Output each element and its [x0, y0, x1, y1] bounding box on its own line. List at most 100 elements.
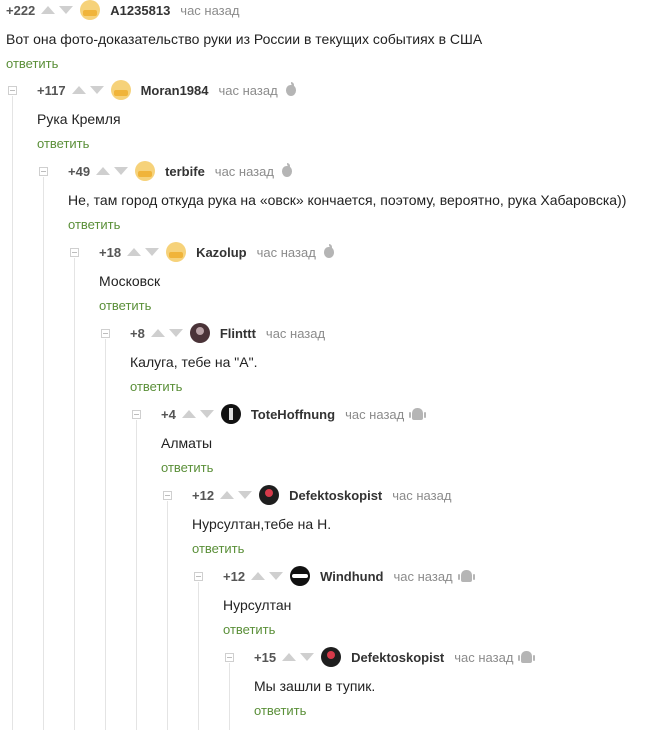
downvote-icon[interactable] [114, 167, 129, 175]
comment-rating: +12 [192, 487, 215, 503]
username[interactable]: Defektoskopist [289, 488, 382, 503]
reply-link[interactable]: ответить [99, 298, 151, 313]
comment-rating: +18 [99, 244, 122, 260]
upvote-icon[interactable] [127, 248, 142, 256]
collapse-toggle[interactable] [8, 86, 17, 95]
upvote-icon[interactable] [71, 86, 86, 94]
collapse-toggle[interactable] [39, 167, 48, 176]
upvote-icon[interactable] [181, 410, 196, 418]
branch-line [43, 177, 44, 730]
collapse-toggle[interactable] [70, 248, 79, 257]
branch-line [12, 96, 13, 730]
reply-link[interactable]: ответить [37, 136, 89, 151]
username[interactable]: Defektoskopist [351, 650, 444, 665]
collapse-toggle[interactable] [132, 410, 141, 419]
upvote-icon[interactable] [150, 329, 165, 337]
username[interactable]: Windhund [320, 569, 383, 584]
downvote-icon[interactable] [269, 572, 284, 580]
downvote-icon[interactable] [89, 86, 104, 94]
comment-header: +12 Defektoskopist час назад [192, 485, 459, 505]
comment-rating: +12 [223, 568, 246, 584]
reply-link[interactable]: ответить [6, 56, 58, 71]
username[interactable]: terbife [165, 164, 205, 179]
branch-line [74, 258, 75, 730]
downvote-icon[interactable] [199, 410, 214, 418]
comment-text: Не, там город откуда рука на «овск» конч… [68, 192, 627, 208]
comment-time: час назад [256, 244, 316, 260]
avatar[interactable] [80, 0, 101, 20]
comment-text: Алматы [161, 435, 213, 451]
comment-text: Московск [99, 273, 161, 289]
comment-thread: +222 A1235813 час назад Вот она фото-док… [0, 0, 647, 730]
branch-line [167, 501, 168, 730]
comment-rating: +49 [68, 163, 91, 179]
comment-text: Нурсултан,тебе на Н. [192, 516, 332, 532]
android-icon [518, 651, 536, 663]
upvote-icon[interactable] [41, 6, 56, 14]
comment: +4 ToteHoffnung час назад Алматы ответит… [161, 404, 427, 477]
reply-link[interactable]: ответить [192, 541, 244, 556]
comment-rating: +117 [37, 82, 66, 98]
apple-icon [281, 162, 292, 177]
avatar[interactable] [259, 485, 280, 505]
android-icon [409, 408, 427, 420]
comment-header: +117 Moran1984 час назад [37, 80, 296, 100]
comment-time: час назад [454, 649, 514, 665]
comment-text: Нурсултан [223, 597, 292, 613]
downvote-icon[interactable] [145, 248, 160, 256]
comment-header: +222 A1235813 час назад [6, 0, 482, 20]
reply-link[interactable]: ответить [223, 622, 275, 637]
username[interactable]: Moran1984 [141, 83, 209, 98]
comment-header: +8 Flinttt час назад [130, 323, 333, 343]
comment: +8 Flinttt час назад Калуга, тебе на "А"… [130, 323, 333, 396]
username[interactable]: A1235813 [110, 3, 170, 18]
downvote-icon[interactable] [238, 491, 253, 499]
upvote-icon[interactable] [220, 491, 235, 499]
reply-link[interactable]: ответить [130, 379, 182, 394]
branch-line [136, 420, 137, 730]
avatar[interactable] [166, 242, 187, 262]
comment: +12 Windhund час назад Нурсултан ответит… [223, 566, 475, 639]
comment-rating: +15 [254, 649, 277, 665]
comment-time: час назад [214, 163, 274, 179]
username[interactable]: Kazolup [196, 245, 247, 260]
comment: +222 A1235813 час назад Вот она фото-док… [6, 0, 482, 73]
comment-rating: +8 [130, 325, 145, 341]
collapse-toggle[interactable] [194, 572, 203, 581]
downvote-icon[interactable] [300, 653, 315, 661]
comment: +49 terbife час назад Не, там город отку… [68, 161, 626, 234]
avatar[interactable] [290, 566, 311, 586]
android-icon [457, 570, 475, 582]
comment-time: час назад [345, 406, 405, 422]
downvote-icon[interactable] [59, 6, 74, 14]
comment-text: Калуга, тебе на "А". [130, 354, 258, 370]
username[interactable]: Flinttt [220, 326, 256, 341]
branch-line [105, 339, 106, 730]
collapse-toggle[interactable] [163, 491, 172, 500]
comment-header: +49 terbife час назад [68, 161, 626, 181]
upvote-icon[interactable] [282, 653, 297, 661]
reply-link[interactable]: ответить [161, 460, 213, 475]
comment-time: час назад [393, 568, 453, 584]
avatar[interactable] [220, 404, 241, 424]
comment: +18 Kazolup час назад Московск ответить [99, 242, 334, 315]
comment-header: +15 Defektoskopist час назад [254, 647, 536, 667]
upvote-icon[interactable] [251, 572, 266, 580]
upvote-icon[interactable] [96, 167, 111, 175]
comment-time: час назад [218, 82, 278, 98]
reply-link[interactable]: ответить [68, 217, 120, 232]
apple-icon [323, 243, 334, 258]
collapse-toggle[interactable] [101, 329, 110, 338]
reply-link[interactable]: ответить [254, 703, 306, 718]
comment-text: Вот она фото-доказательство руки из Росс… [6, 31, 483, 47]
comment-time: час назад [392, 487, 452, 503]
branch-line [198, 582, 199, 730]
avatar[interactable] [110, 80, 131, 100]
downvote-icon[interactable] [168, 329, 183, 337]
comment-rating: +4 [161, 406, 176, 422]
avatar[interactable] [135, 161, 156, 181]
collapse-toggle[interactable] [225, 653, 234, 662]
avatar[interactable] [189, 323, 210, 343]
avatar[interactable] [321, 647, 342, 667]
username[interactable]: ToteHoffnung [251, 407, 335, 422]
